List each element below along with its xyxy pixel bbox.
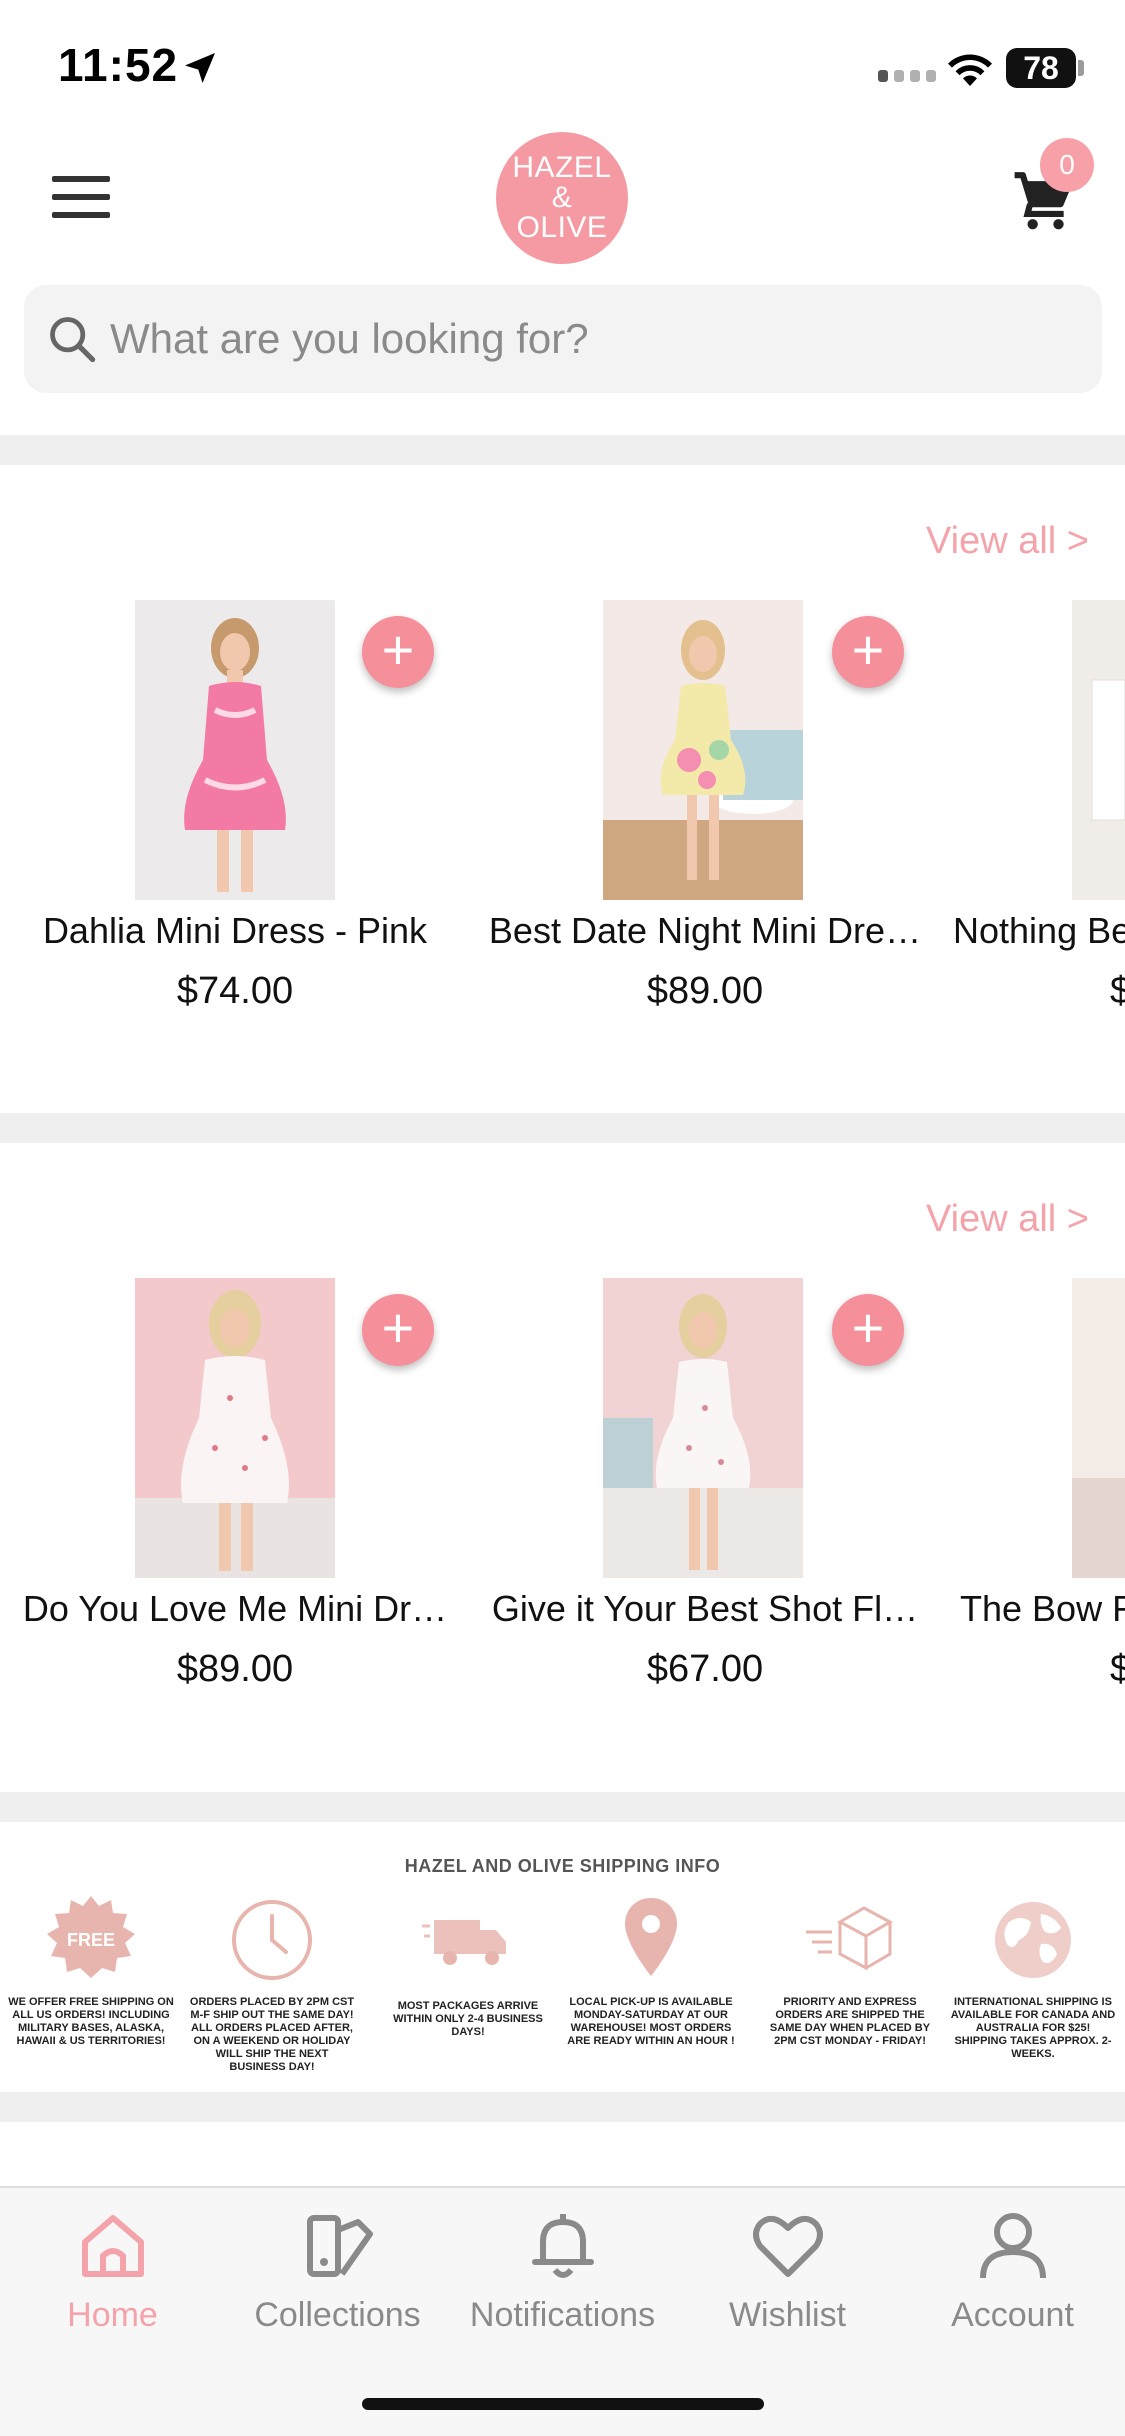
- product-section: View all > + Do You Love Me Mini Dr… $89…: [0, 1143, 1125, 1793]
- logo-line-2: &: [551, 181, 573, 214]
- logo-line-1: HAZEL: [512, 151, 612, 184]
- add-to-cart-button[interactable]: +: [362, 616, 434, 688]
- collections-icon: [306, 2215, 373, 2277]
- tab-collections[interactable]: Collections: [225, 2206, 450, 2335]
- shipping-item-priority: PRIORITY AND EXPRESS ORDERS ARE SHIPPED …: [765, 1892, 935, 2048]
- product-name[interactable]: Do You Love Me Mini Dr…: [0, 1588, 470, 1630]
- product-name[interactable]: Best Date Night Mini Dre…: [470, 910, 940, 952]
- section-divider: [0, 1792, 1125, 1822]
- section-divider: [0, 435, 1125, 465]
- product-image[interactable]: [1072, 600, 1125, 900]
- product-price: $: [1110, 1648, 1125, 1690]
- product-card[interactable]: + Best Date Night Mini Dre… $89.00: [470, 600, 940, 1020]
- product-name[interactable]: The Bow F: [960, 1588, 1125, 1630]
- heart-icon: [752, 2215, 823, 2277]
- section-divider: [0, 1113, 1125, 1143]
- tab-label: Collections: [254, 2296, 421, 2334]
- product-image[interactable]: [135, 1278, 335, 1578]
- tab-wishlist[interactable]: Wishlist: [675, 2206, 900, 2335]
- view-all-link[interactable]: View all >: [926, 520, 1089, 563]
- product-name[interactable]: Give it Your Best Shot Fl…: [470, 1588, 940, 1630]
- add-to-cart-button[interactable]: +: [832, 616, 904, 688]
- free-badge-text: FREE: [67, 1930, 115, 1950]
- product-section: View all > + Dahlia Mini Dress - Pink $7…: [0, 465, 1125, 1115]
- bell-icon: [531, 2214, 594, 2278]
- shipping-item-text: INTERNATIONAL SHIPPING IS AVAILABLE FOR …: [950, 1996, 1116, 2060]
- search-icon: [50, 317, 96, 363]
- product-image[interactable]: [603, 600, 803, 900]
- cellular-signal-icon: [878, 70, 936, 82]
- shipping-item-text: MOST PACKAGES ARRIVE WITHIN ONLY 2-4 BUS…: [393, 2000, 543, 2038]
- brand-logo[interactable]: HAZEL & OLIVE: [496, 132, 628, 264]
- app-header: HAZEL & OLIVE 0: [0, 130, 1125, 270]
- battery-cap: [1078, 60, 1084, 76]
- product-card[interactable]: The Bow F $: [940, 1278, 1125, 1698]
- view-all-link[interactable]: View all >: [926, 1198, 1089, 1241]
- shipping-item-text: WE OFFER FREE SHIPPING ON ALL US ORDERS!…: [8, 1996, 174, 2047]
- product-price: $89.00: [646, 970, 764, 1012]
- tab-label: Home: [67, 2296, 158, 2334]
- hamburger-menu-icon[interactable]: [52, 176, 110, 218]
- free-badge-icon: FREE: [47, 1896, 135, 1978]
- tab-label: Notifications: [469, 2296, 656, 2334]
- product-price: $89.00: [176, 1648, 294, 1690]
- wifi-icon: [948, 54, 992, 86]
- account-icon: [979, 2213, 1046, 2279]
- product-image[interactable]: [1072, 1278, 1125, 1578]
- add-to-cart-button[interactable]: +: [362, 1294, 434, 1366]
- product-card[interactable]: + Give it Your Best Shot Fl… $67.00: [470, 1278, 940, 1698]
- section-divider: [0, 2092, 1125, 2122]
- shipping-item-pickup: LOCAL PICK-UP IS AVAILABLE MONDAY-SATURD…: [566, 1892, 736, 2048]
- shipping-title: HAZEL AND OLIVE SHIPPING INFO: [404, 1856, 721, 1876]
- battery-indicator: 78: [1006, 48, 1076, 88]
- tab-home[interactable]: Home: [0, 2206, 225, 2335]
- cart-count-badge: 0: [1040, 138, 1094, 192]
- shipping-item-cutoff: ORDERS PLACED BY 2PM CST M-F SHIP OUT TH…: [187, 1892, 357, 2074]
- product-name[interactable]: Dahlia Mini Dress - Pink: [0, 910, 470, 952]
- home-indicator[interactable]: [362, 2398, 764, 2410]
- product-image[interactable]: [603, 1278, 803, 1578]
- shipping-item-text: PRIORITY AND EXPRESS ORDERS ARE SHIPPED …: [769, 1996, 931, 2047]
- shipping-item-delivery: MOST PACKAGES ARRIVE WITHIN ONLY 2-4 BUS…: [383, 1892, 553, 2039]
- search-input[interactable]: [110, 285, 1070, 393]
- shipping-item-international: INTERNATIONAL SHIPPING IS AVAILABLE FOR …: [948, 1892, 1118, 2061]
- shipping-item-text: ORDERS PLACED BY 2PM CST M-F SHIP OUT TH…: [189, 1996, 355, 2073]
- location-arrow-icon: [185, 53, 215, 83]
- product-card[interactable]: + Do You Love Me Mini Dr… $89.00: [0, 1278, 470, 1698]
- package-icon: [806, 1906, 894, 1971]
- globe-icon: [995, 1902, 1071, 1978]
- add-to-cart-button[interactable]: +: [832, 1294, 904, 1366]
- search-bar: [24, 285, 1102, 393]
- clock-icon: [232, 1900, 312, 1980]
- map-pin-icon: [625, 1898, 677, 1976]
- shipping-item-text: LOCAL PICK-UP IS AVAILABLE MONDAY-SATURD…: [567, 1996, 735, 2047]
- shipping-item-free: FREE WE OFFER FREE SHIPPING ON ALL US OR…: [6, 1892, 176, 2048]
- logo-line-3: OLIVE: [516, 211, 608, 244]
- product-price: $74.00: [176, 970, 294, 1012]
- product-card[interactable]: Nothing Be $: [940, 600, 1125, 1020]
- truck-icon: [422, 1920, 506, 1965]
- product-name[interactable]: Nothing Be: [953, 910, 1125, 952]
- tab-label: Account: [951, 2296, 1074, 2334]
- status-bar: 11:52 78: [0, 0, 1125, 130]
- product-image[interactable]: [135, 600, 335, 900]
- product-price: $67.00: [646, 1648, 764, 1690]
- tab-notifications[interactable]: Notifications: [450, 2206, 675, 2335]
- tab-label: Wishlist: [728, 2296, 847, 2334]
- home-icon: [81, 2215, 144, 2277]
- shipping-info-banner[interactable]: HAZEL AND OLIVE SHIPPING INFO FREE WE OF…: [0, 1822, 1125, 2092]
- tab-account[interactable]: Account: [900, 2206, 1125, 2335]
- product-price: $: [1110, 970, 1125, 1012]
- status-time: 11:52: [58, 39, 179, 91]
- product-card[interactable]: + Dahlia Mini Dress - Pink $74.00: [0, 600, 470, 1020]
